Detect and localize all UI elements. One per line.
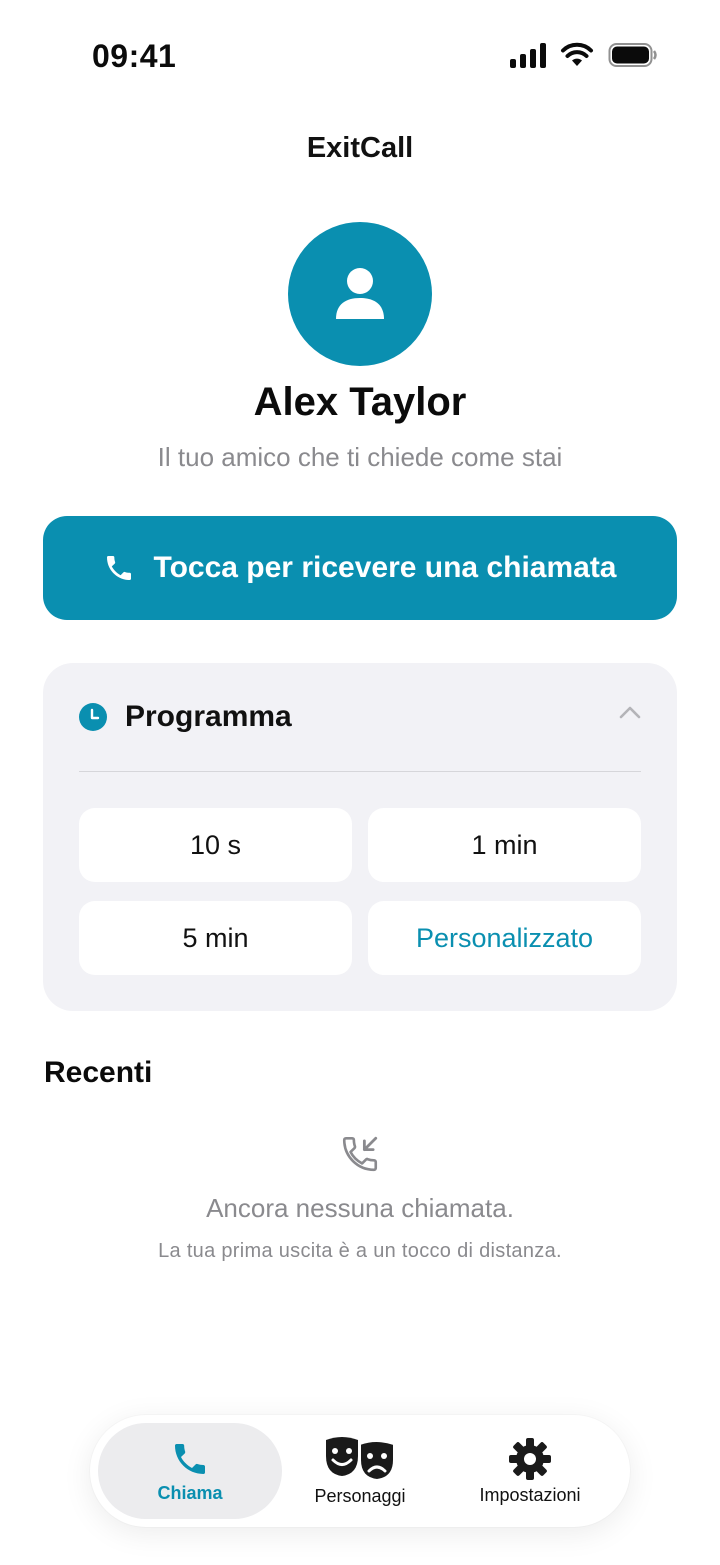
battery-icon	[608, 43, 657, 67]
status-time: 09:41	[92, 38, 177, 74]
contact-avatar	[288, 222, 432, 366]
schedule-option-10s[interactable]: 10 s	[79, 808, 352, 882]
tab-bar: Chiama Personaggi Impostazioni	[90, 1415, 630, 1527]
phone-icon	[107, 556, 132, 580]
tab-characters[interactable]: Personaggi	[268, 1423, 452, 1519]
theater-masks-icon	[326, 1436, 395, 1481]
schedule-option-5min[interactable]: 5 min	[79, 901, 352, 975]
schedule-divider	[79, 771, 641, 772]
tab-characters-label: Personaggi	[314, 1485, 406, 1506]
empty-state-title: Ancora nessuna chiamata.	[206, 1193, 514, 1223]
status-icons	[510, 42, 658, 68]
tab-call[interactable]: Chiama	[98, 1423, 282, 1519]
schedule-title: Programma	[125, 700, 292, 733]
page-title: ExitCall	[306, 132, 414, 164]
person-icon	[336, 268, 384, 319]
clock-icon	[79, 703, 107, 731]
contact-description: Il tuo amico che ti chiede come stai	[157, 442, 563, 472]
schedule-option-1min[interactable]: 1 min	[368, 808, 641, 882]
receive-call-button[interactable]: Tocca per ricevere una chiamata	[43, 516, 677, 620]
status-bar: 09:41	[0, 0, 720, 110]
wifi-icon	[561, 42, 593, 66]
tab-settings[interactable]: Impostazioni	[438, 1423, 622, 1519]
receive-call-label: Tocca per ricevere una chiamata	[153, 551, 617, 584]
empty-state-subtitle: La tua prima uscita è a un tocco di dist…	[158, 1240, 562, 1262]
schedule-option-custom[interactable]: Personalizzato	[368, 901, 641, 975]
schedule-card: Programma 10 s 1 min 5 min Personalizzat…	[43, 663, 677, 1011]
tab-call-label: Chiama	[157, 1482, 223, 1503]
cellular-signal-icon	[510, 42, 546, 68]
contact-name: Alex Taylor	[253, 380, 467, 424]
schedule-header[interactable]: Programma	[79, 699, 641, 735]
gear-icon	[509, 1437, 551, 1480]
phone-icon	[175, 1443, 205, 1474]
chevron-up-icon[interactable]	[619, 705, 641, 719]
tab-settings-label: Impostazioni	[479, 1484, 581, 1505]
recents-title: Recenti	[44, 1056, 153, 1089]
incoming-call-icon	[342, 1136, 378, 1172]
